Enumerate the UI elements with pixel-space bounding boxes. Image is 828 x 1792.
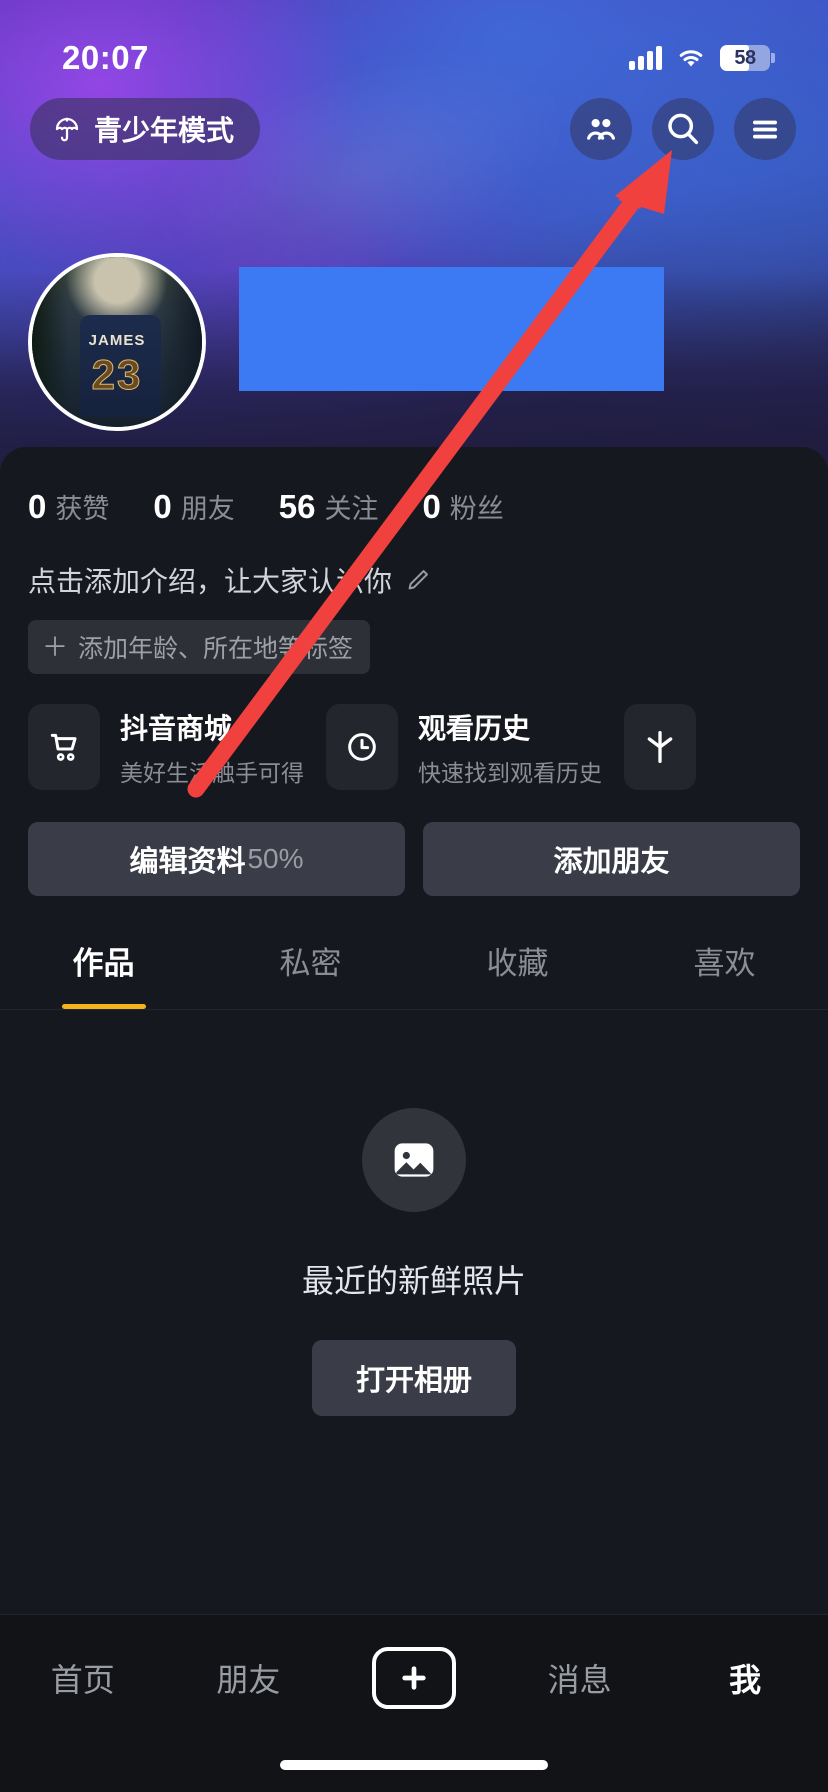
battery-level-text: 58 [734, 46, 756, 69]
card-title: 观看历史 [418, 712, 531, 744]
bottom-nav-messages[interactable]: 消息 [525, 1649, 635, 1707]
shortcut-cards-row: 抖音商城 美好生活触手可得 观看历史 快速找到观看历史 [0, 674, 828, 790]
card-icon-wrap [326, 704, 398, 790]
clock-icon [348, 733, 376, 761]
card-subtitle: 美好生活触手可得 [120, 759, 304, 786]
bottom-nav-home[interactable]: 首页 [28, 1649, 138, 1707]
wifi-icon [679, 50, 703, 67]
edit-profile-button[interactable]: 编辑资料 50% [28, 822, 405, 896]
stat-following[interactable]: 56 关注 [279, 487, 379, 526]
add-tags-label: 添加年龄、所在地等标签 [78, 635, 354, 663]
bottom-nav-me[interactable]: 我 [690, 1649, 800, 1707]
stat-value: 0 [153, 488, 172, 525]
stat-likes[interactable]: 0 获赞 [28, 487, 109, 526]
tab-label: 作品 [72, 946, 135, 981]
add-tags-chip[interactable]: ＋ 添加年龄、所在地等标签 [28, 620, 371, 674]
top-navigation-bar: 青少年模式 [0, 96, 828, 162]
pencil-icon [408, 570, 428, 590]
avatar-image: JAMES 23 [32, 257, 202, 427]
bottom-nav-label: 消息 [547, 1662, 612, 1698]
douyin-spark-icon [647, 731, 673, 763]
shortcut-card-partial[interactable] [624, 704, 696, 790]
teen-mode-button[interactable]: 青少年模式 [30, 98, 261, 160]
avatar[interactable]: JAMES 23 [28, 253, 206, 431]
plus-create-icon [371, 1647, 456, 1709]
stat-value: 0 [422, 488, 441, 525]
bottom-navigation-bar: 首页 朋友 消息 我 [0, 1614, 828, 1792]
umbrella-icon [55, 117, 79, 142]
bottom-nav-create[interactable] [359, 1647, 469, 1709]
card-title: 抖音商城 [120, 712, 233, 744]
profile-action-buttons: 编辑资料 50% 添加朋友 [0, 790, 828, 896]
cellular-signal-icon [629, 46, 662, 70]
tab-private[interactable]: 私密 [207, 938, 414, 1009]
photo-icon [394, 1143, 434, 1177]
add-friend-button[interactable]: 添加朋友 [423, 822, 800, 896]
bottom-nav-friends[interactable]: 朋友 [193, 1649, 303, 1707]
status-bar-time: 20:07 [62, 39, 149, 76]
stat-label: 获赞 [55, 494, 110, 524]
bio-row[interactable]: 点击添加介绍，让大家认识你 [0, 526, 828, 600]
stat-value: 0 [28, 488, 47, 525]
top-nav-actions [570, 98, 796, 160]
stat-label: 朋友 [180, 494, 235, 524]
bottom-nav-label: 我 [729, 1662, 762, 1698]
card-subtitle: 快速找到观看历史 [418, 759, 602, 786]
empty-state: 最近的新鲜照片 打开相册 [0, 1010, 828, 1416]
profile-content-sheet: 0 获赞 0 朋友 56 关注 0 粉丝 点击添加介绍，让大家认识你 ＋ 添加年… [0, 447, 828, 1792]
tab-likes[interactable]: 喜欢 [621, 938, 828, 1009]
plus-icon [402, 1666, 426, 1690]
stat-value: 56 [278, 488, 316, 525]
profile-stats-row: 0 获赞 0 朋友 56 关注 0 粉丝 [0, 447, 828, 526]
friends-button[interactable] [570, 98, 632, 160]
tab-works[interactable]: 作品 [0, 938, 207, 1009]
battery-icon: 58 [720, 45, 775, 71]
stat-label: 粉丝 [449, 494, 504, 524]
edit-profile-percent: 50% [247, 843, 304, 874]
card-icon-wrap [28, 704, 100, 790]
status-bar: 20:07 58 [0, 0, 828, 90]
shortcut-card-history[interactable]: 观看历史 快速找到观看历史 [326, 704, 602, 790]
tab-favorites[interactable]: 收藏 [414, 938, 621, 1009]
tab-label: 收藏 [486, 946, 549, 981]
empty-state-title: 最近的新鲜照片 [301, 1263, 526, 1299]
bio-placeholder-text: 点击添加介绍，让大家认识你 [28, 566, 393, 597]
search-button[interactable] [652, 98, 714, 160]
teen-mode-label: 青少年模式 [94, 115, 235, 146]
card-icon-wrap [624, 704, 696, 790]
bottom-nav-label: 朋友 [216, 1662, 281, 1698]
content-tabs: 作品 私密 收藏 喜欢 [0, 896, 828, 1009]
add-friend-label: 添加朋友 [553, 846, 670, 878]
avatar-jersey-number: 23 [91, 350, 143, 398]
menu-button[interactable] [734, 98, 796, 160]
douyin-profile-screen: 20:07 58 青少年模式 JAMES 23 0 获赞 0 朋友 56 关注 … [0, 0, 828, 1792]
stat-friends[interactable]: 0 朋友 [153, 487, 234, 526]
tab-label: 私密 [279, 946, 342, 981]
friends-icon [587, 119, 615, 140]
bottom-nav-label: 首页 [50, 1662, 115, 1698]
plus-icon: ＋ [42, 632, 69, 662]
search-icon [668, 113, 699, 145]
cart-icon [50, 733, 77, 761]
avatar-jersey-name: JAMES [88, 331, 146, 349]
stat-followers[interactable]: 0 粉丝 [422, 487, 503, 526]
status-bar-indicators: 58 [629, 45, 775, 71]
shortcut-card-mall[interactable]: 抖音商城 美好生活触手可得 [28, 704, 304, 790]
stat-label: 关注 [324, 494, 379, 524]
tab-label: 喜欢 [693, 946, 756, 981]
username-redaction-block [239, 267, 664, 391]
menu-icon [753, 120, 777, 139]
home-indicator [280, 1760, 548, 1770]
open-album-button[interactable]: 打开相册 [311, 1340, 516, 1416]
edit-profile-label: 编辑资料 [129, 846, 246, 878]
empty-state-icon-wrap [362, 1108, 466, 1212]
